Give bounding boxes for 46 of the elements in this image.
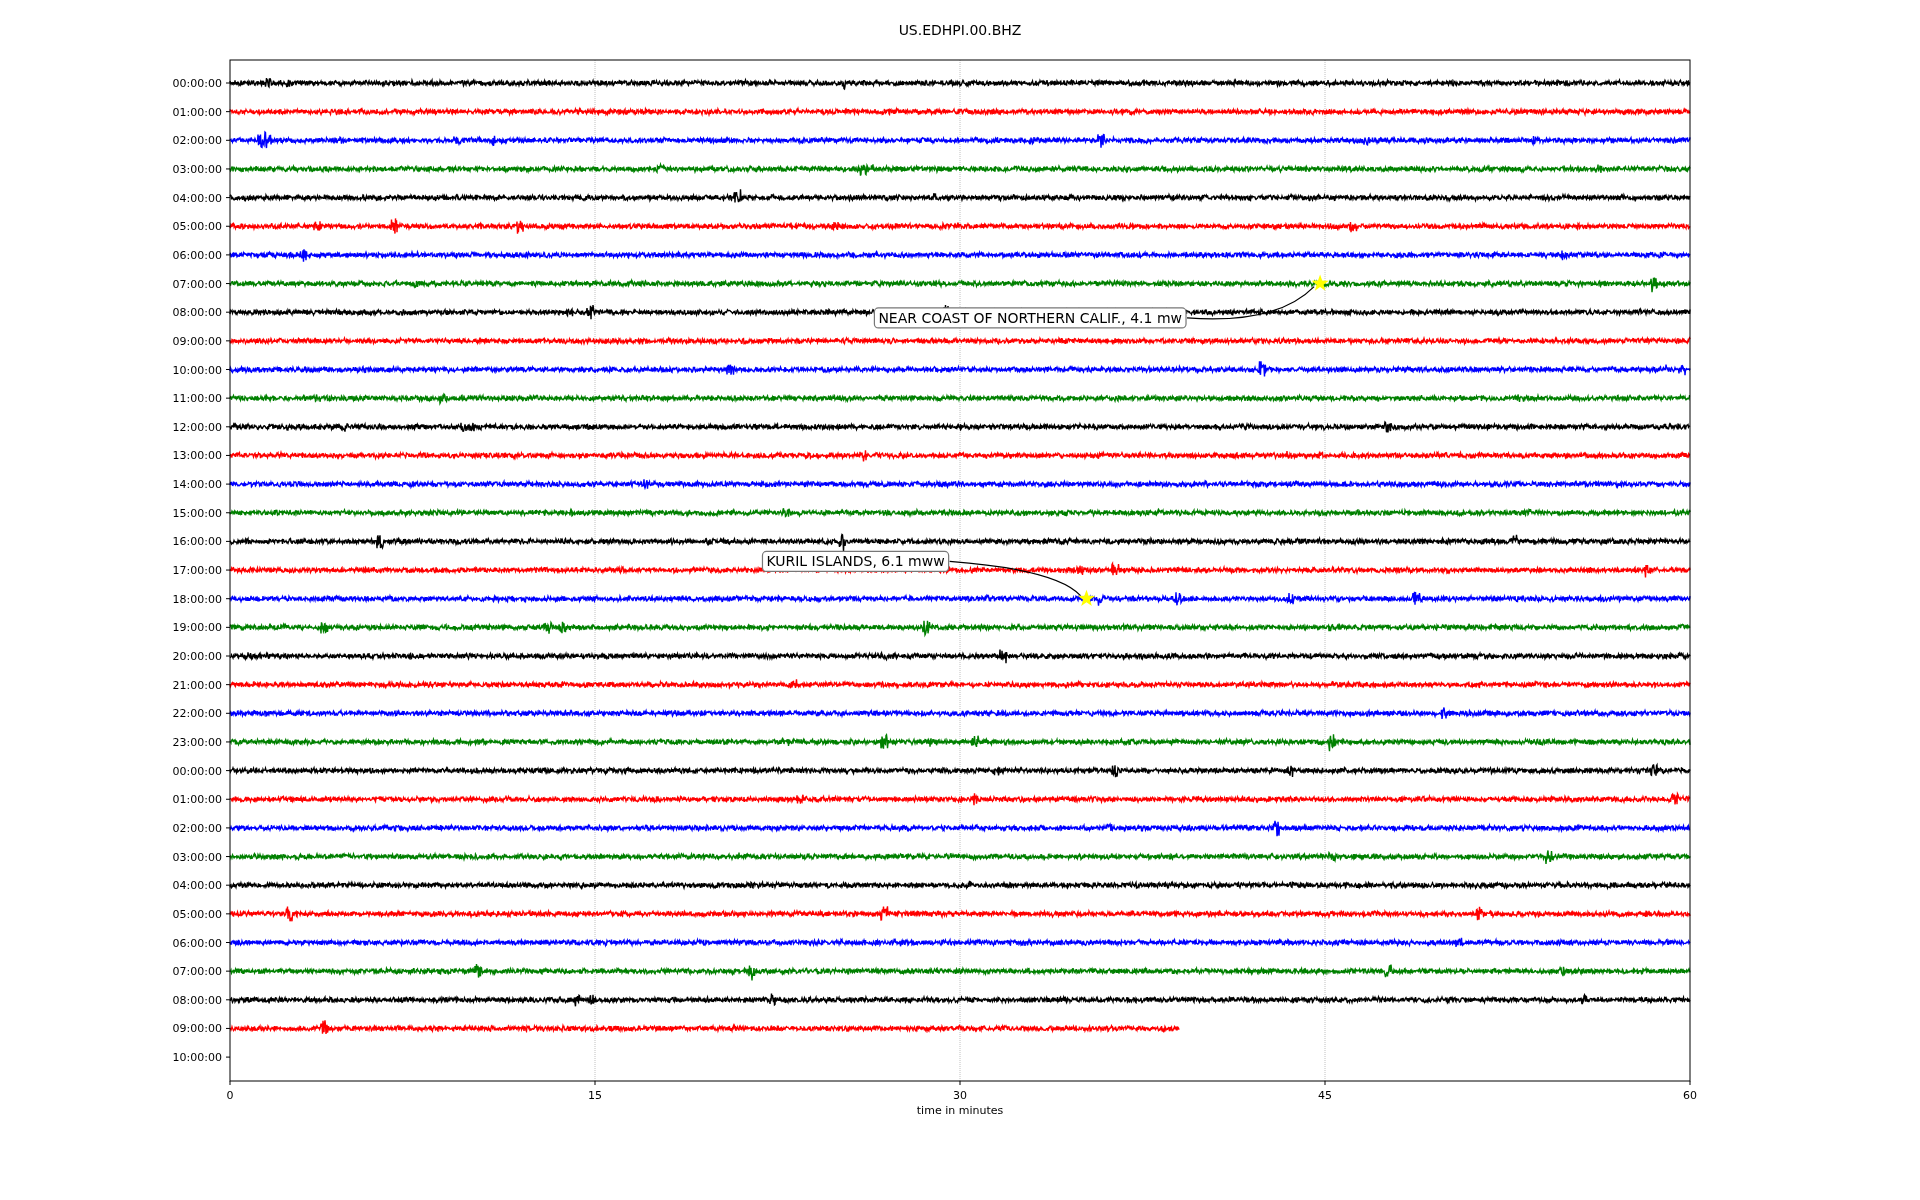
y-tick-label: 18:00:00 — [172, 592, 222, 606]
plot-title: US.EDHPI.00.BHZ — [898, 22, 1022, 38]
x-tick-label: 15 — [588, 1089, 602, 1102]
y-tick-label: 13:00:00 — [172, 449, 222, 463]
x-axis-label: time in minutes — [916, 1104, 1004, 1117]
y-tick-label: 07:00:00 — [172, 965, 222, 979]
y-tick-label: 22:00:00 — [172, 707, 222, 721]
y-tick-label: 00:00:00 — [172, 77, 222, 90]
y-tick-label: 02:00:00 — [172, 134, 222, 148]
y-tick-label: 04:00:00 — [172, 191, 222, 205]
y-tick-label: 07:00:00 — [172, 277, 222, 291]
y-tick-label: 21:00:00 — [172, 678, 222, 692]
y-tick-label: 09:00:00 — [172, 334, 222, 348]
y-tick-label: 05:00:00 — [172, 907, 222, 921]
y-tick-label: 12:00:00 — [172, 420, 222, 434]
y-tick-label: 19:00:00 — [172, 621, 222, 635]
y-tick-label: 03:00:00 — [172, 162, 222, 176]
y-tick-label: 23:00:00 — [172, 735, 222, 749]
y-tick-label: 10:00:00 — [172, 363, 222, 377]
y-tick-label: 15:00:00 — [172, 506, 222, 520]
y-tick-label: 10:00:00 — [172, 1051, 222, 1065]
event-label: NEAR COAST OF NORTHERN CALIF., 4.1 mw — [873, 307, 1187, 329]
y-tick-label: 16:00:00 — [172, 535, 222, 549]
x-tick-label: 0 — [226, 1089, 234, 1102]
y-tick-label: 06:00:00 — [172, 248, 222, 262]
y-tick-label: 02:00:00 — [172, 821, 222, 835]
y-tick-label: 06:00:00 — [172, 936, 222, 950]
event-star-icon — [1311, 274, 1329, 291]
y-tick-label: 01:00:00 — [172, 105, 222, 119]
y-tick-label: 03:00:00 — [172, 850, 222, 864]
y-tick-label: 08:00:00 — [172, 306, 222, 320]
y-tick-label: 11:00:00 — [172, 392, 222, 406]
y-tick-label: 14:00:00 — [172, 478, 222, 492]
y-tick-label: 00:00:00 — [172, 764, 222, 778]
y-tick-label: 01:00:00 — [172, 793, 222, 807]
event-label: KURIL ISLANDS, 6.1 mww — [761, 550, 950, 573]
event-star-icon — [1078, 589, 1096, 606]
y-tick-label: 09:00:00 — [172, 1022, 222, 1036]
x-tick-label: 60 — [1683, 1089, 1697, 1102]
y-tick-label: 05:00:00 — [172, 220, 222, 234]
y-tick-label: 04:00:00 — [172, 879, 222, 893]
y-tick-label: 20:00:00 — [172, 650, 222, 663]
y-tick-label: 17:00:00 — [172, 564, 222, 578]
y-tick-label: 08:00:00 — [172, 993, 222, 1007]
x-tick-label: 30 — [953, 1089, 967, 1102]
x-tick-label: 45 — [1318, 1089, 1332, 1102]
